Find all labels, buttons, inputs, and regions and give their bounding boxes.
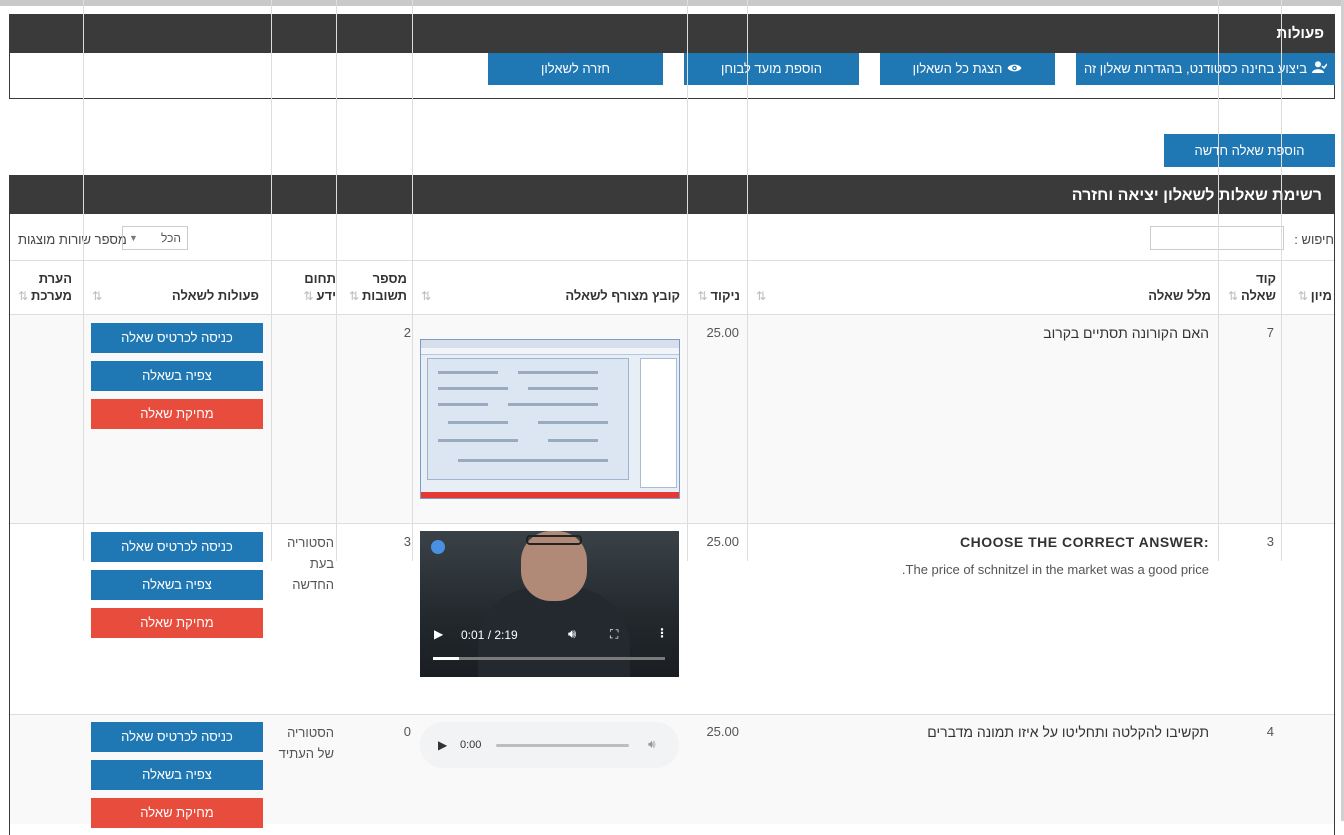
col-divider bbox=[747, 0, 748, 561]
header-answers-count-label: מספר תשובות bbox=[361, 271, 407, 303]
header-system-note-label: הערת מערכת bbox=[31, 271, 72, 303]
globe-icon bbox=[431, 540, 445, 554]
col-divider bbox=[687, 0, 688, 561]
attachment-video-player[interactable]: ▶ 0:01 / 2:19 🔊︎ ⛶ ⋮ bbox=[420, 531, 679, 677]
header-code-label: קוד שאלה bbox=[1240, 271, 1276, 303]
header-sort[interactable]: מיון⇅ bbox=[1298, 287, 1332, 305]
audio-progress-bar[interactable] bbox=[496, 744, 629, 747]
search-label: חיפוש : bbox=[1294, 232, 1334, 247]
more-options-icon[interactable]: ⋮ bbox=[656, 626, 668, 640]
sort-icon: ⇅ bbox=[421, 289, 432, 303]
answers-count: 2 bbox=[403, 325, 411, 340]
question-score: 25.00 bbox=[706, 724, 739, 739]
col-divider bbox=[412, 0, 413, 561]
header-sort-icon-file[interactable]: ⇅ bbox=[421, 287, 434, 305]
col-divider bbox=[83, 0, 84, 561]
header-attachment[interactable]: קובץ מצורף לשאלה bbox=[565, 287, 680, 304]
question-text[interactable]: האם הקורונה תסתיים בקרוב bbox=[1043, 323, 1209, 343]
header-sort-icon-stem[interactable]: ⇅ bbox=[756, 287, 769, 305]
rows-per-page-value: הכל bbox=[160, 231, 181, 245]
header-knowledge-field[interactable]: תחום ידע⇅ bbox=[280, 270, 336, 305]
video-time: 0:01 / 2:19 bbox=[461, 628, 518, 642]
row-divider bbox=[10, 714, 1334, 715]
header-score-label: ניקוד bbox=[710, 288, 740, 303]
show-all-questionnaire-label: הצגת כל השאלון bbox=[912, 61, 1003, 76]
knowledge-field: הסטוריה של העתיד bbox=[278, 725, 334, 761]
answers-count: 0 bbox=[403, 724, 411, 739]
fullscreen-icon[interactable]: ⛶ bbox=[610, 627, 618, 642]
header-sort-icon-actions[interactable]: ⇅ bbox=[92, 287, 105, 305]
col-divider bbox=[1218, 0, 1219, 561]
view-question-button[interactable]: צפיה בשאלה bbox=[91, 570, 263, 600]
user-icon bbox=[1312, 53, 1328, 85]
eye-icon bbox=[1007, 53, 1022, 85]
question-text[interactable]: תקשיבו להקלטה ותחליטו על איזו תמונה מדבר… bbox=[927, 722, 1209, 742]
header-question-text[interactable]: מלל שאלה bbox=[1148, 287, 1211, 304]
sort-icon: ⇅ bbox=[756, 289, 767, 303]
sort-icon: ⇅ bbox=[303, 289, 314, 303]
sort-icon: ⇅ bbox=[17, 289, 29, 303]
question-score: 25.00 bbox=[706, 534, 739, 549]
audio-time: 0:00 bbox=[460, 739, 482, 751]
header-sort-label: מיון bbox=[1310, 288, 1332, 303]
volume-icon[interactable]: 🔊︎ bbox=[568, 626, 576, 642]
header-attachment-label: קובץ מצורף לשאלה bbox=[565, 288, 680, 303]
sort-icon: ⇅ bbox=[1297, 289, 1308, 303]
add-exam-date-button[interactable]: הוספת מועד לבוחן bbox=[684, 53, 859, 85]
show-all-questionnaire-button[interactable]: הצגת כל השאלון bbox=[880, 53, 1055, 85]
rows-per-page-select[interactable]: הכל ▼ bbox=[122, 226, 188, 250]
delete-question-button[interactable]: מחיקת שאלה bbox=[91, 399, 263, 429]
col-divider bbox=[1281, 0, 1282, 561]
attachment-screenshot-image[interactable] bbox=[420, 339, 680, 499]
sort-icon: ⇅ bbox=[348, 289, 359, 303]
row-divider bbox=[10, 523, 1334, 524]
sort-icon: ⇅ bbox=[697, 289, 708, 303]
add-new-question-button[interactable]: הוספת שאלה חדשה bbox=[1164, 134, 1335, 167]
header-score[interactable]: ניקוד⇅ bbox=[697, 287, 740, 305]
volume-icon[interactable]: 🔊︎ bbox=[648, 737, 656, 752]
question-code: 4 bbox=[1266, 724, 1274, 739]
play-icon[interactable]: ▶ bbox=[434, 627, 443, 641]
question-code: 3 bbox=[1266, 534, 1274, 549]
delete-question-button[interactable]: מחיקת שאלה bbox=[91, 608, 263, 638]
header-answers-count[interactable]: מספר תשובות⇅ bbox=[343, 270, 407, 305]
header-actions[interactable]: פעולות לשאלה bbox=[172, 287, 259, 304]
question-code: 7 bbox=[1266, 325, 1274, 340]
col-divider bbox=[336, 0, 337, 561]
answers-count: 3 bbox=[403, 534, 411, 549]
table-header-border bbox=[10, 314, 1334, 315]
enter-question-card-button[interactable]: כניסה לכרטיס שאלה bbox=[91, 532, 263, 562]
enter-question-card-button[interactable]: כניסה לכרטיס שאלה bbox=[91, 323, 263, 353]
actions-panel-title: פעולות bbox=[10, 15, 1334, 53]
search-input[interactable] bbox=[1150, 226, 1284, 250]
header-system-note[interactable]: הערת מערכת⇅ bbox=[8, 270, 72, 305]
take-exam-as-student-label: ביצוע בחינה כסטודנט, בהגדרות שאלון זה bbox=[1083, 61, 1308, 76]
header-question-text-label: מלל שאלה bbox=[1148, 288, 1211, 303]
take-exam-as-student-button[interactable]: ביצוע בחינה כסטודנט, בהגדרות שאלון זה bbox=[1076, 53, 1335, 85]
question-text[interactable]: :CHOOSE THE CORRECT ANSWER bbox=[960, 532, 1209, 552]
header-code[interactable]: קוד שאלה⇅ bbox=[1220, 270, 1276, 305]
col-divider bbox=[271, 0, 272, 561]
window-top-edge bbox=[0, 0, 1344, 6]
enter-question-card-button[interactable]: כניסה לכרטיס שאלה bbox=[91, 722, 263, 752]
chevron-down-icon: ▼ bbox=[129, 233, 138, 243]
attachment-audio-player[interactable]: ▶ 0:00 🔊︎ bbox=[420, 722, 679, 768]
questions-panel-title: רשימת שאלות לשאלון יציאה וחזרה bbox=[10, 176, 1334, 214]
question-subtext: .The price of schnitzel in the market wa… bbox=[901, 562, 1209, 577]
video-progress-bar[interactable] bbox=[433, 657, 665, 660]
table-top-border bbox=[10, 260, 1334, 261]
delete-question-button[interactable]: מחיקת שאלה bbox=[91, 798, 263, 828]
view-question-button[interactable]: צפיה בשאלה bbox=[91, 361, 263, 391]
question-score: 25.00 bbox=[706, 325, 739, 340]
sort-icon: ⇅ bbox=[92, 289, 103, 303]
view-question-button[interactable]: צפיה בשאלה bbox=[91, 760, 263, 790]
knowledge-field: הסטוריה בעת החדשה bbox=[287, 535, 334, 592]
play-icon[interactable]: ▶ bbox=[438, 738, 447, 752]
header-actions-label: פעולות לשאלה bbox=[171, 288, 259, 303]
back-to-questionnaire-button[interactable]: חזרה לשאלון bbox=[488, 53, 663, 85]
sort-icon: ⇅ bbox=[1227, 289, 1238, 303]
rows-per-page-label: מספר שורות מוצגות bbox=[18, 232, 127, 247]
